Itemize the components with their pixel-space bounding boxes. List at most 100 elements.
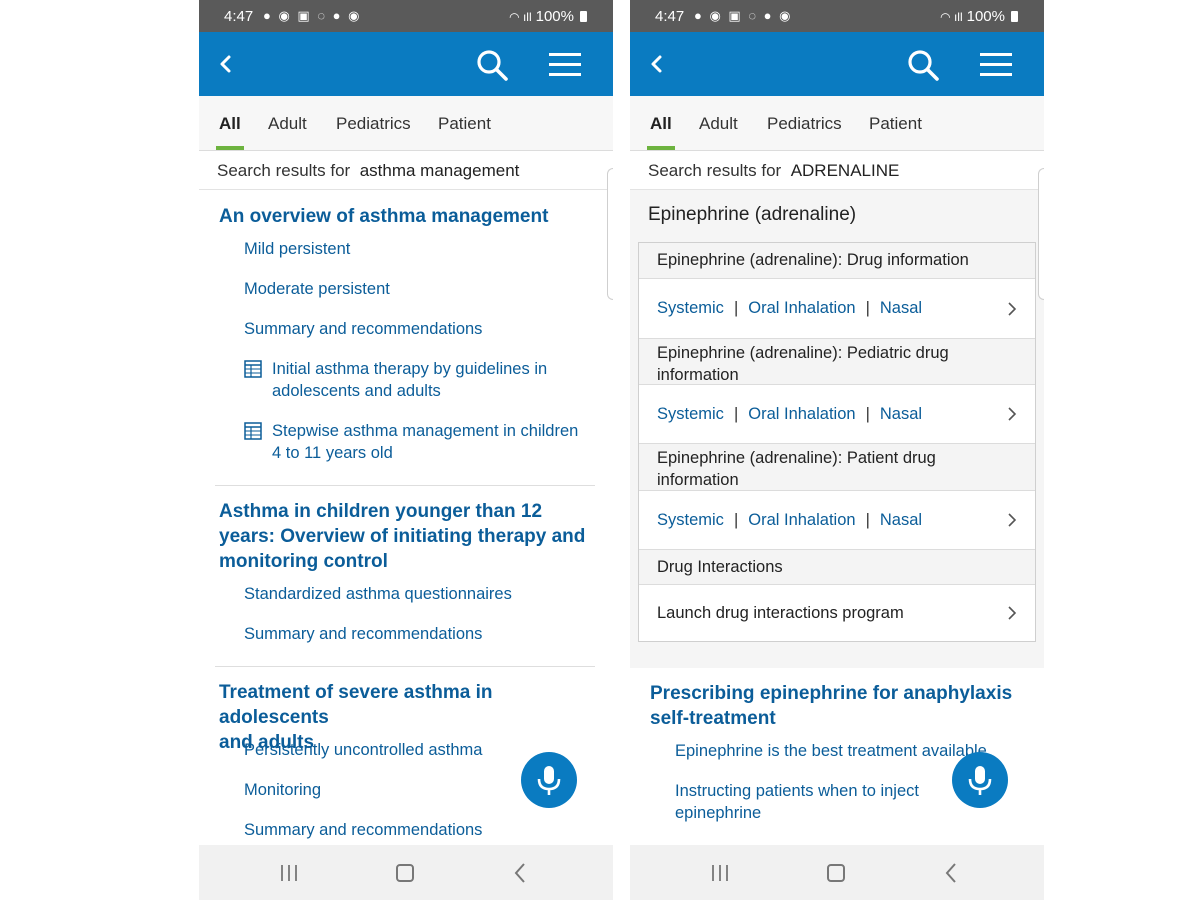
tab-patient[interactable]: Patient	[869, 114, 922, 134]
drug-section-title: Epinephrine (adrenaline): Patient drug	[657, 449, 936, 467]
drug-interactions-link[interactable]: Launch drug interactions program	[657, 604, 904, 622]
chevron-right-icon	[1008, 407, 1017, 421]
route-link-systemic[interactable]: Systemic	[657, 511, 724, 529]
result-title-line: self-treatment	[650, 708, 776, 729]
status-time: 4:47	[655, 8, 685, 25]
route-separator: |	[865, 511, 870, 529]
tab-pediatrics[interactable]: Pediatrics	[767, 114, 842, 134]
home-icon[interactable]	[396, 864, 414, 882]
notification-icons: ● ◉ ▣ ◌ ● ◉	[263, 8, 362, 23]
table-link[interactable]: Stepwise asthma management in children 4…	[272, 420, 602, 464]
search-query: ADRENALINE	[790, 161, 900, 180]
route-separator: |	[733, 405, 739, 423]
result-title-line: monitoring control	[219, 551, 388, 572]
result-section-link[interactable]: Standardized asthma questionnaires	[244, 583, 594, 605]
drug-heading: Epinephrine (adrenaline)	[648, 204, 857, 225]
recents-icon[interactable]	[710, 864, 730, 882]
table-link-line: 4 to 11 years old	[272, 444, 393, 462]
search-summary-text: Search results for asthma management	[217, 161, 519, 181]
notification-icons: ● ◉ ▣ ◌ ● ◉	[694, 8, 793, 23]
battery-icon	[580, 11, 587, 22]
wifi-signal-icon: ◠ ıll	[509, 9, 532, 24]
menu-icon[interactable]	[978, 50, 1014, 78]
route-link-oral-inhalation[interactable]: Oral Inhalation	[748, 299, 855, 317]
result-title[interactable]: An overview of asthma management	[219, 204, 599, 229]
result-title-line: years: Overview of initiating therapy an…	[219, 526, 586, 547]
drug-route-row[interactable]: Systemic | Oral Inhalation | Nasal	[639, 491, 1035, 549]
filter-tabs: All Adult Pediatrics Patient	[199, 96, 613, 151]
route-separator: |	[733, 511, 739, 529]
phone-left-screen: 4:47 ● ◉ ▣ ◌ ● ◉ ◠ ıll 100% All Adult Pe…	[199, 0, 613, 900]
app-bar	[630, 32, 1044, 96]
route-link-oral-inhalation[interactable]: Oral Inhalation	[748, 511, 855, 529]
recents-icon[interactable]	[279, 864, 299, 882]
drug-section-header: Epinephrine (adrenaline): Drug informati…	[639, 243, 1035, 279]
search-summary: Search results for ADRENALINE	[630, 151, 1044, 190]
tab-all[interactable]: All	[219, 114, 241, 134]
table-link-line: Initial asthma therapy by guidelines in	[272, 360, 548, 378]
scroll-handle[interactable]	[607, 168, 613, 300]
route-separator: |	[865, 299, 870, 317]
back-arrow-icon[interactable]	[644, 50, 670, 78]
table-link-line: adolescents and adults	[272, 382, 441, 400]
route-link-systemic[interactable]: Systemic	[657, 405, 724, 423]
route-separator: |	[865, 405, 870, 423]
table-icon	[244, 360, 262, 378]
tab-all[interactable]: All	[650, 114, 672, 134]
drug-section-title: information	[657, 471, 739, 489]
home-icon[interactable]	[827, 864, 845, 882]
result-section-link[interactable]: Moderate persistent	[244, 278, 594, 300]
result-title-line: Treatment of severe asthma in adolescent…	[219, 682, 493, 728]
result-title-line: An overview of asthma management	[219, 206, 549, 227]
result-section-link[interactable]: Summary and recommendations	[244, 318, 594, 340]
result-section-link[interactable]: Summary and recommendations	[244, 623, 594, 645]
route-link-oral-inhalation[interactable]: Oral Inhalation	[748, 405, 855, 423]
drug-section-title: information	[657, 366, 739, 384]
nav-back-icon[interactable]	[944, 862, 958, 884]
drug-section-header: Epinephrine (adrenaline): Patient drug i…	[639, 443, 1035, 491]
route-link-nasal[interactable]: Nasal	[880, 511, 922, 529]
nav-back-icon[interactable]	[513, 862, 527, 884]
result-title[interactable]: Prescribing epinephrine for anaphylaxis …	[650, 681, 1030, 731]
drug-section-header: Drug Interactions	[639, 549, 1035, 585]
battery-icon	[1011, 11, 1018, 22]
system-nav-bar	[630, 845, 1044, 900]
result-title-line: Prescribing epinephrine for anaphylaxis	[650, 683, 1013, 704]
route-link-systemic[interactable]: Systemic	[657, 299, 724, 317]
table-icon	[244, 422, 262, 440]
voice-search-button[interactable]	[952, 752, 1008, 808]
route-link-nasal[interactable]: Nasal	[880, 299, 922, 317]
search-icon[interactable]	[475, 48, 509, 82]
route-link-nasal[interactable]: Nasal	[880, 405, 922, 423]
voice-search-button[interactable]	[521, 752, 577, 808]
drug-route-row[interactable]: Systemic | Oral Inhalation | Nasal	[639, 279, 1035, 338]
result-title[interactable]: Asthma in children younger than 12 years…	[219, 499, 599, 574]
menu-icon[interactable]	[547, 50, 583, 78]
result-section-link[interactable]: Summary and recommendations	[244, 819, 594, 841]
search-label: Search results for	[217, 161, 351, 180]
search-label: Search results for	[648, 161, 782, 180]
status-right: ◠ ıll 100%	[509, 8, 587, 25]
tab-adult[interactable]: Adult	[268, 114, 307, 134]
search-query: asthma management	[359, 161, 520, 180]
drug-interactions-row[interactable]: Launch drug interactions program	[639, 585, 1035, 641]
app-bar	[199, 32, 613, 96]
back-arrow-icon[interactable]	[213, 50, 239, 78]
drug-route-row[interactable]: Systemic | Oral Inhalation | Nasal	[639, 385, 1035, 443]
chevron-right-icon	[1008, 513, 1017, 527]
tab-pediatrics[interactable]: Pediatrics	[336, 114, 411, 134]
status-time: 4:47	[224, 8, 254, 25]
scroll-handle[interactable]	[1038, 168, 1044, 300]
battery-level: 100%	[966, 8, 1005, 25]
search-icon[interactable]	[906, 48, 940, 82]
drug-section-title: Epinephrine (adrenaline): Drug informati…	[657, 251, 969, 269]
status-right: ◠ ıll 100%	[940, 8, 1018, 25]
tab-adult[interactable]: Adult	[699, 114, 738, 134]
tab-patient[interactable]: Patient	[438, 114, 491, 134]
result-section-link[interactable]: Mild persistent	[244, 238, 594, 260]
table-link-line: Stepwise asthma management in children	[272, 422, 579, 440]
table-link[interactable]: Initial asthma therapy by guidelines in …	[272, 358, 602, 402]
drug-section-title: Epinephrine (adrenaline): Pediatric drug	[657, 344, 949, 362]
battery-level: 100%	[535, 8, 574, 25]
microphone-icon	[537, 766, 561, 795]
